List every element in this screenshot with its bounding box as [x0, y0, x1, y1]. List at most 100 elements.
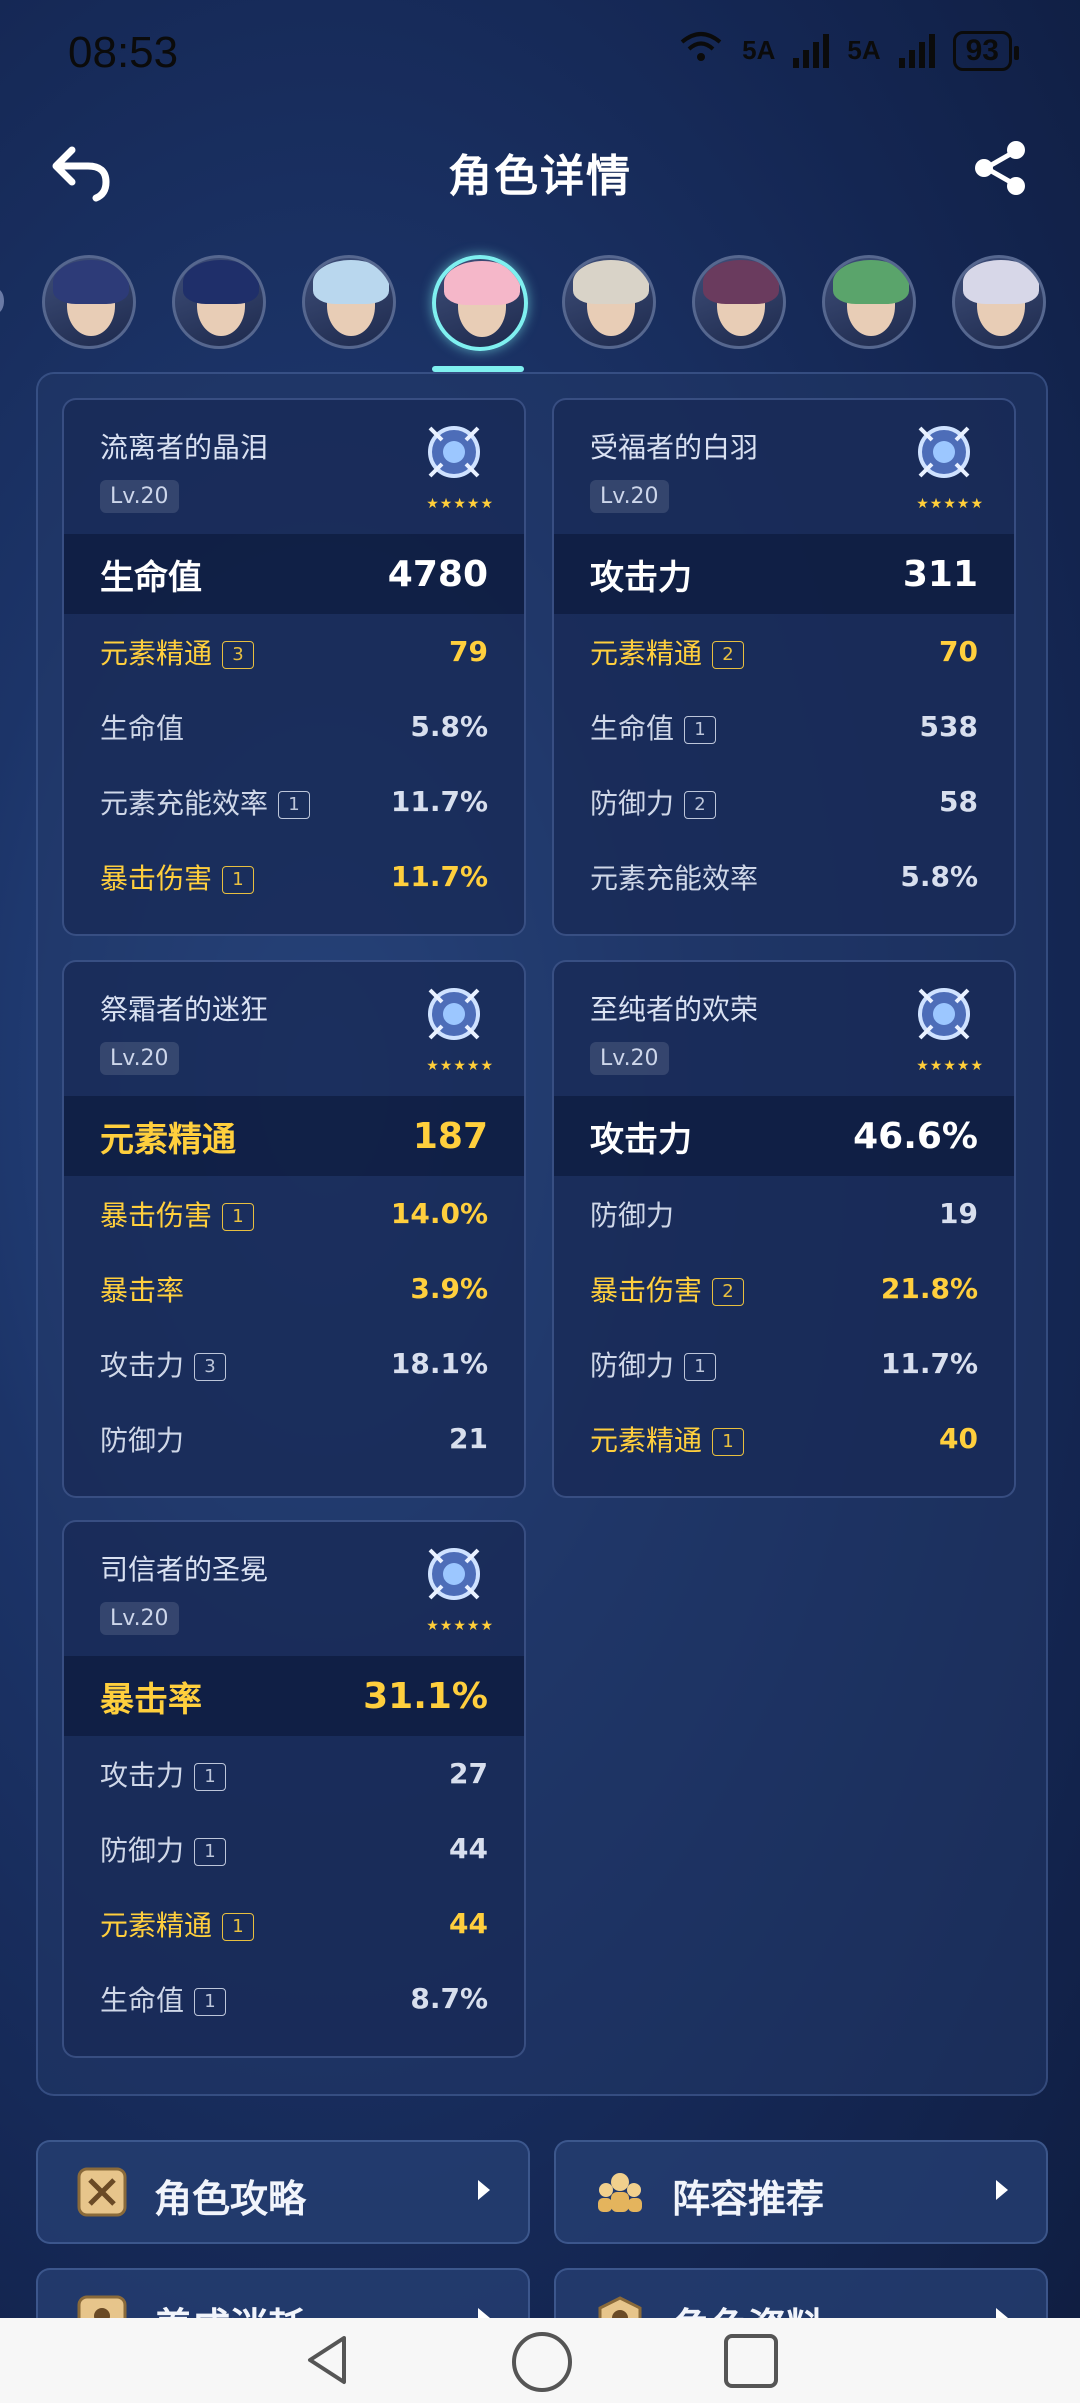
roll-count-badge: 2 — [712, 1277, 745, 1306]
artifact-name: 祭霜者的迷狂 — [100, 993, 269, 1026]
sub-stat-label: 防御力 — [590, 1194, 674, 1234]
nav-home-icon[interactable] — [512, 2332, 572, 2392]
avatar-6[interactable] — [692, 255, 786, 349]
sub-stat-name: 攻击力 — [100, 1758, 185, 1792]
artifact-header: 祭霜者的迷狂 Lv.20 ★★★★★ — [64, 962, 524, 1096]
roll-count-badge: 1 — [194, 1987, 227, 2016]
nav-back-icon[interactable] — [300, 2332, 356, 2388]
sub-stat-label: 元素充能效率 — [590, 857, 758, 897]
clock: 08:53 — [68, 28, 179, 77]
avatar-2[interactable] — [172, 255, 266, 349]
main-stat-name: 攻击力 — [590, 1119, 692, 1160]
sub-stat-label: 防御力 2 — [590, 782, 717, 822]
sub-stat-value: 58 — [939, 785, 978, 818]
artifact-header: 至纯者的欢荣 Lv.20 ★★★★★ — [554, 962, 1014, 1096]
sub-stat-name: 元素精通 — [100, 636, 213, 670]
artifact-card[interactable]: 受福者的白羽 Lv.20 ★★★★★ 攻击力 311 元素精通 2 70 生命值 1 538 防御力 2… — [552, 398, 1016, 936]
artifact-card[interactable]: 流离者的晶泪 Lv.20 ★★★★★ 生命值 4780 元素精通 3 79 生命值 5.8% 元素充… — [62, 398, 526, 936]
avatar-8[interactable] — [952, 255, 1046, 349]
sub-stat: 元素精通 1 40 — [554, 1401, 1014, 1476]
sub-stat-value: 27 — [449, 1757, 488, 1790]
avatar-hair — [444, 261, 520, 305]
roll-count-badge: 1 — [222, 1912, 255, 1941]
artifact-level: Lv.20 — [100, 1042, 179, 1075]
roll-count-badge: 3 — [194, 1352, 227, 1381]
sub-stat-label: 防御力 1 — [590, 1344, 717, 1384]
sub-stat: 暴击伤害 1 14.0% — [64, 1176, 524, 1251]
sub-stat-name: 防御力 — [590, 1198, 675, 1232]
artifact-icon — [416, 976, 492, 1052]
sub-stat-value: 70 — [939, 635, 978, 668]
roll-count-badge: 1 — [194, 1837, 227, 1866]
sub-stat-value: 11.7% — [880, 1347, 978, 1380]
sub-stat: 攻击力 1 27 — [64, 1736, 524, 1811]
artifact-name: 流离者的晶泪 — [100, 431, 269, 464]
sub-stat: 元素精通 3 79 — [64, 614, 524, 689]
artifact-level: Lv.20 — [100, 480, 179, 513]
sub-stat-label: 暴击率 — [100, 1269, 184, 1309]
roll-count-badge: 1 — [684, 715, 717, 744]
sub-stat-value: 40 — [939, 1422, 978, 1455]
main-stat-value: 4780 — [387, 553, 488, 595]
card-bottom-padding — [554, 1476, 1014, 1496]
sub-stat-label: 防御力 — [100, 1419, 184, 1459]
sub-stat: 防御力 1 44 — [64, 1811, 524, 1886]
sub-stat: 生命值 1 538 — [554, 689, 1014, 764]
chevron-right-icon — [478, 2180, 490, 2200]
sub-stat: 暴击伤害 1 11.7% — [64, 839, 524, 914]
artifact-card[interactable]: 祭霜者的迷狂 Lv.20 ★★★★★ 元素精通 187 暴击伤害 1 14.0% 暴击率 3.9%… — [62, 960, 526, 1498]
avatar-3[interactable] — [302, 255, 396, 349]
avatar-partial[interactable] — [0, 289, 4, 313]
sub-stat-label: 元素充能效率 1 — [100, 782, 311, 822]
sub-stat-name: 防御力 — [100, 1833, 185, 1867]
artifact-card[interactable]: 司信者的圣冕 Lv.20 ★★★★★ 暴击率 31.1% 攻击力 1 27 防御力 1 44 元素精通… — [62, 1520, 526, 2058]
main-stat-value: 187 — [412, 1115, 488, 1157]
sub-stat-label: 暴击伤害 2 — [590, 1269, 745, 1309]
sub-stat-value: 5.8% — [900, 860, 978, 893]
main-stat: 生命值 4780 — [64, 534, 524, 614]
sub-stat-value: 21 — [449, 1422, 488, 1455]
sub-stat: 防御力 1 11.7% — [554, 1326, 1014, 1401]
avatar-hair — [963, 260, 1039, 304]
main-stat: 元素精通 187 — [64, 1096, 524, 1176]
sub-stat-name: 暴击伤害 — [100, 861, 213, 895]
sub-stat-value: 44 — [449, 1832, 488, 1865]
avatar-4-selected[interactable] — [432, 255, 528, 351]
sub-stat-name: 元素精通 — [590, 636, 703, 670]
avatar-5[interactable] — [562, 255, 656, 349]
artifact-icon — [416, 1536, 492, 1612]
chevron-right-icon — [996, 2180, 1008, 2200]
main-stat-value: 311 — [902, 553, 978, 595]
battery-icon: 93 — [952, 30, 1020, 71]
sub-stat-name: 生命值 — [590, 711, 675, 745]
artifact-icon — [906, 414, 982, 490]
sub-stat-label: 元素精通 3 — [100, 632, 255, 672]
artifact-header: 受福者的白羽 Lv.20 ★★★★★ — [554, 400, 1014, 534]
sub-stat-label: 防御力 1 — [100, 1829, 227, 1869]
nav-button[interactable]: 角色攻略 — [36, 2140, 530, 2244]
artifact-card[interactable]: 至纯者的欢荣 Lv.20 ★★★★★ 攻击力 46.6% 防御力 19 暴击伤害 2 21.8% 防… — [552, 960, 1016, 1498]
card-bottom-padding — [554, 914, 1014, 934]
nav-button-label: 角色攻略 — [154, 2177, 307, 2221]
main-stat: 攻击力 311 — [554, 534, 1014, 614]
sub-stat-value: 18.1% — [390, 1347, 488, 1380]
roll-count-badge: 2 — [684, 790, 717, 819]
sub-stat-name: 暴击率 — [100, 1273, 185, 1307]
main-stat-name: 攻击力 — [590, 557, 692, 598]
roll-count-badge: 1 — [194, 1762, 227, 1791]
nav-button-label: 阵容推荐 — [672, 2177, 825, 2221]
sub-stat-name: 生命值 — [100, 1983, 185, 2017]
avatar-7[interactable] — [822, 255, 916, 349]
sub-stat-value: 21.8% — [880, 1272, 978, 1305]
sub-stat-label: 生命值 1 — [100, 1979, 227, 2019]
signal-label-1: 5A — [742, 35, 776, 65]
artifact-header: 司信者的圣冕 Lv.20 ★★★★★ — [64, 1522, 524, 1656]
share-icon[interactable] — [970, 138, 1030, 198]
sub-stat-label: 攻击力 3 — [100, 1344, 227, 1384]
main-stat-value: 31.1% — [363, 1675, 488, 1717]
page-title: 角色详情 — [448, 151, 632, 202]
nav-recents-icon[interactable] — [724, 2334, 778, 2388]
nav-button[interactable]: 阵容推荐 — [554, 2140, 1048, 2244]
avatar-1[interactable] — [42, 255, 136, 349]
sub-stat-name: 暴击伤害 — [100, 1198, 213, 1232]
